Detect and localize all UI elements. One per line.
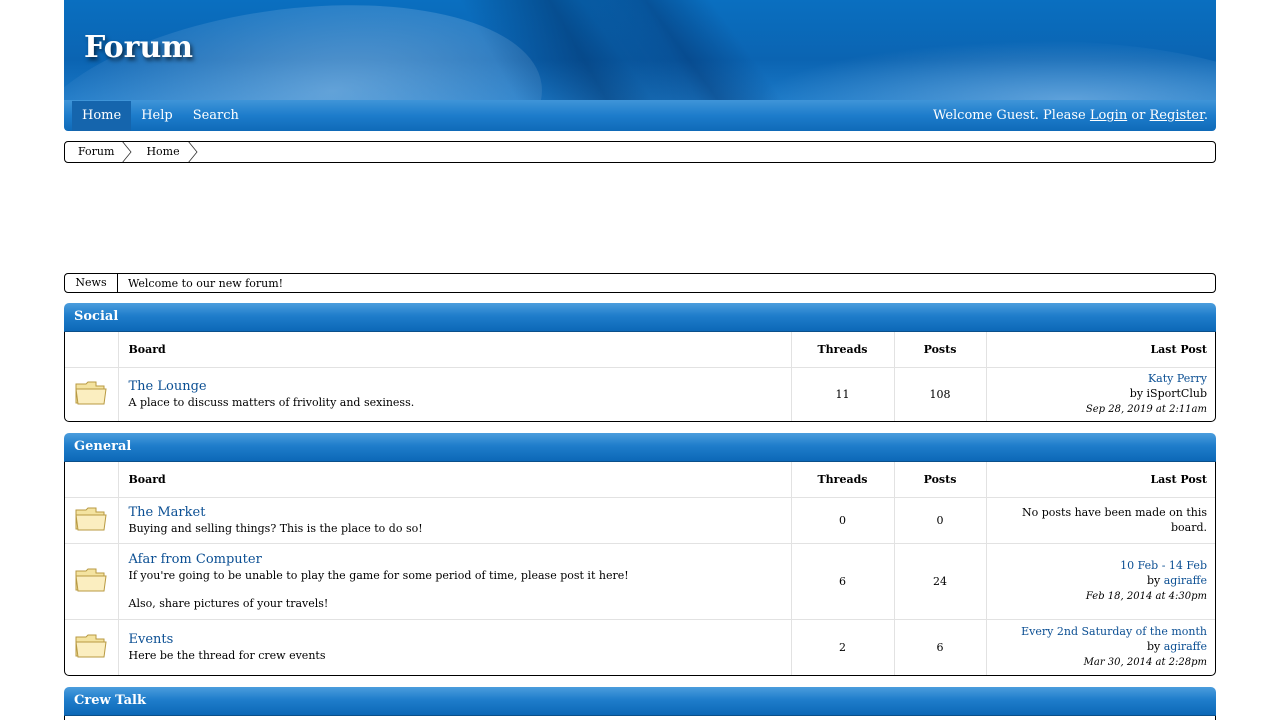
board-link[interactable]: The Market — [129, 505, 791, 521]
category-general: General Board Threads Posts Last Post Th… — [64, 433, 1216, 676]
board-link[interactable]: Afar from Computer — [129, 552, 791, 568]
breadcrumb-home[interactable]: Home — [128, 142, 198, 162]
news-label: News — [65, 274, 118, 292]
user-link[interactable]: agiraffe — [1164, 640, 1207, 653]
category-title[interactable]: Social — [64, 303, 1216, 332]
col-posts: Posts — [894, 462, 987, 498]
col-threads: Threads — [791, 332, 895, 368]
table-row: Events Here be the thread for crew events… — [65, 619, 1215, 675]
col-board: Board — [118, 462, 792, 498]
category-title[interactable]: Crew Talk — [64, 687, 1216, 716]
table-row: The Lounge A place to discuss matters of … — [65, 367, 1215, 421]
col-posts: Posts — [894, 332, 987, 368]
col-board: Board — [118, 332, 792, 368]
user-link[interactable]: agiraffe — [1164, 574, 1207, 587]
news-bar: News Welcome to our new forum! — [64, 273, 1216, 293]
header-banner: Forum — [64, 0, 1216, 100]
table-row: The Market Buying and selling things? Thi… — [65, 497, 1215, 544]
nav-tab-home[interactable]: Home — [72, 101, 132, 131]
folder-icon — [75, 507, 107, 530]
nav-bar: Home Help Search Welcome Guest. Please L… — [64, 100, 1216, 131]
folder-icon — [75, 381, 107, 405]
category-social: Social Board Threads Posts Last Post The… — [64, 303, 1216, 422]
welcome-message: Welcome Guest. Please Login or Register. — [933, 108, 1208, 123]
folder-icon — [75, 634, 107, 658]
breadcrumb-forum[interactable]: Forum — [65, 142, 132, 162]
forum-logo[interactable]: Forum — [84, 30, 193, 65]
col-last-post: Last Post — [986, 332, 1215, 368]
chevron-right-icon — [187, 142, 198, 162]
nav-tab-search[interactable]: Search — [183, 101, 249, 131]
nav-tab-help[interactable]: Help — [131, 101, 183, 131]
category-title[interactable]: General — [64, 433, 1216, 462]
breadcrumb: Forum Home — [64, 141, 1216, 163]
col-last-post: Last Post — [986, 462, 1215, 498]
news-text: Welcome to our new forum! — [128, 276, 284, 290]
board-link[interactable]: The Lounge — [129, 379, 791, 395]
category-crew-talk: Crew Talk — [64, 687, 1216, 720]
table-row: Afar from Computer If you're going to be … — [65, 543, 1215, 620]
folder-icon — [75, 568, 107, 591]
page: Forum Home Help Search Welcome Guest. Pl… — [64, 0, 1216, 720]
login-link[interactable]: Login — [1090, 108, 1127, 123]
register-link[interactable]: Register — [1150, 108, 1204, 123]
last-post-link[interactable]: Katy Perry — [1148, 372, 1207, 385]
board-link[interactable]: Events — [129, 632, 791, 648]
last-post-link[interactable]: Every 2nd Saturday of the month — [1021, 625, 1207, 638]
col-threads: Threads — [791, 462, 895, 498]
last-post-link[interactable]: 10 Feb - 14 Feb — [1120, 559, 1207, 572]
